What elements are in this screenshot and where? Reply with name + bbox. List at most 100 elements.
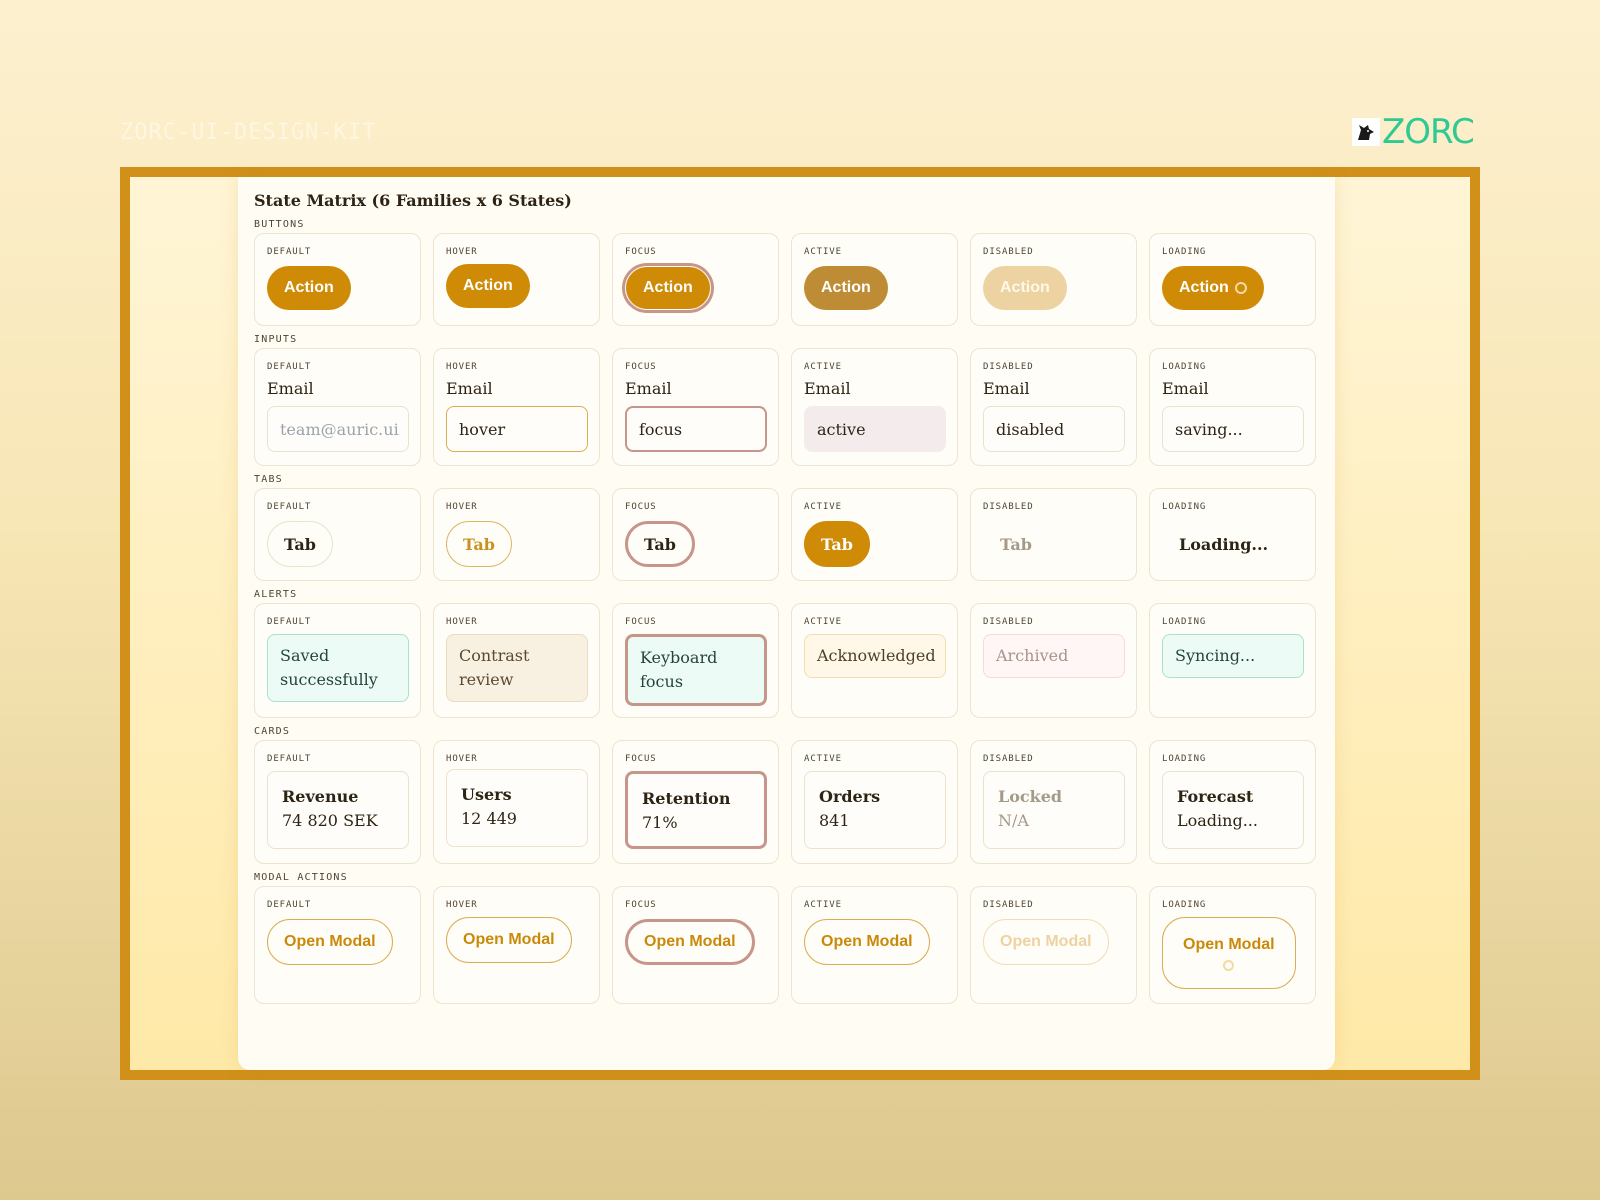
tab-default[interactable]: Tab	[267, 521, 333, 567]
button-label: Open Modal	[284, 933, 376, 950]
cell-button-active: ACTIVE Action	[791, 233, 958, 326]
cell-input-focus: FOCUS Email focus	[612, 348, 779, 466]
button-label: Action	[643, 279, 693, 296]
open-modal-button-focus[interactable]: Open Modal	[625, 919, 755, 965]
state-label: LOADING	[1162, 502, 1207, 512]
state-label: DISABLED	[983, 900, 1034, 910]
email-input-default[interactable]: team@auric.ui	[267, 406, 409, 452]
open-modal-button-hover[interactable]: Open Modal	[446, 917, 572, 963]
email-input-focus[interactable]: focus	[625, 406, 767, 452]
card-title: Locked	[998, 787, 1063, 806]
cell-alert-loading: LOADING Syncing...	[1149, 603, 1316, 718]
alert-line: Archived	[996, 646, 1069, 665]
state-label: HOVER	[446, 247, 478, 257]
action-button-disabled: Action	[983, 266, 1067, 310]
email-input-active[interactable]: active	[804, 406, 946, 452]
state-label: DEFAULT	[267, 754, 312, 764]
cell-tab-focus: FOCUS Tab	[612, 488, 779, 581]
cell-button-focus: FOCUS Action	[612, 233, 779, 326]
email-input-loading[interactable]: saving...	[1162, 406, 1304, 452]
card-value: 12 449	[461, 809, 517, 828]
alert-active: Acknowledged	[804, 634, 946, 678]
action-button-active[interactable]: Action	[804, 266, 888, 310]
alert-line: focus	[640, 672, 684, 691]
card-disabled: Locked N/A	[983, 771, 1125, 849]
cell-card-default: DEFAULT Revenue 74 820 SEK	[254, 740, 421, 864]
action-button-default[interactable]: Action	[267, 266, 351, 310]
state-label: FOCUS	[625, 362, 657, 372]
alert-disabled: Archived	[983, 634, 1125, 678]
state-label: LOADING	[1162, 900, 1207, 910]
cell-tab-default: DEFAULT Tab	[254, 488, 421, 581]
state-label: LOADING	[1162, 754, 1207, 764]
tab-active[interactable]: Tab	[804, 521, 870, 567]
state-label: DEFAULT	[267, 362, 312, 372]
cell-button-hover: HOVER Action	[433, 233, 600, 326]
alert-focus: Keyboard focus	[625, 634, 767, 706]
tab-loading[interactable]: Loading...	[1162, 521, 1285, 567]
state-label: LOADING	[1162, 362, 1207, 372]
cell-card-disabled: DISABLED Locked N/A	[970, 740, 1137, 864]
open-modal-button-loading[interactable]: Open Modal	[1162, 917, 1296, 989]
card-default[interactable]: Revenue 74 820 SEK	[267, 771, 409, 849]
button-label: Open Modal	[463, 931, 555, 948]
open-modal-button-default[interactable]: Open Modal	[267, 919, 393, 965]
state-label: HOVER	[446, 617, 478, 627]
state-label: HOVER	[446, 900, 478, 910]
action-button-loading[interactable]: Action	[1162, 266, 1264, 310]
action-button-focus[interactable]: Action	[625, 266, 711, 310]
button-label: Open Modal	[644, 933, 736, 950]
cell-tab-disabled: DISABLED Tab	[970, 488, 1137, 581]
cell-alert-focus: FOCUS Keyboard focus	[612, 603, 779, 718]
state-label: DISABLED	[983, 247, 1034, 257]
email-input-hover[interactable]: hover	[446, 406, 588, 452]
state-label: ACTIVE	[804, 900, 842, 910]
tab-disabled: Tab	[1000, 534, 1032, 554]
section-label-cards: CARDS	[254, 726, 291, 737]
tab-hover[interactable]: Tab	[446, 521, 512, 567]
brand-logo: ZORC	[1352, 115, 1475, 149]
cell-modal-focus: FOCUS Open Modal	[612, 886, 779, 1004]
card-hover[interactable]: Users 12 449	[446, 769, 588, 847]
card-value: 841	[819, 811, 850, 830]
kit-title: ZORC-UI-DESIGN-KIT	[120, 120, 377, 145]
card-active[interactable]: Orders 841	[804, 771, 946, 849]
cell-input-disabled: DISABLED Email disabled	[970, 348, 1137, 466]
card-focus[interactable]: Retention 71%	[625, 771, 767, 849]
state-label: LOADING	[1162, 617, 1207, 627]
cell-card-focus: FOCUS Retention 71%	[612, 740, 779, 864]
email-field-label: Email	[446, 379, 493, 398]
card-value: 74 820 SEK	[282, 811, 378, 830]
card-loading[interactable]: Forecast Loading...	[1162, 771, 1304, 849]
state-label: DEFAULT	[267, 617, 312, 627]
email-field-label: Email	[1162, 379, 1209, 398]
card-title: Revenue	[282, 787, 359, 806]
section-label-buttons: BUTTONS	[254, 219, 305, 230]
cell-button-disabled: DISABLED Action	[970, 233, 1137, 326]
alert-default: Saved successfully	[267, 634, 409, 702]
state-label: DISABLED	[983, 502, 1034, 512]
button-label: Action	[463, 277, 513, 294]
cell-button-loading: LOADING Action	[1149, 233, 1316, 326]
cell-input-active: ACTIVE Email active	[791, 348, 958, 466]
cell-input-hover: HOVER Email hover	[433, 348, 600, 466]
state-label: ACTIVE	[804, 754, 842, 764]
open-modal-button-active[interactable]: Open Modal	[804, 919, 930, 965]
email-field-label: Email	[625, 379, 672, 398]
alert-line: Acknowledged	[817, 646, 936, 665]
open-modal-button-disabled: Open Modal	[983, 919, 1109, 965]
cell-alert-active: ACTIVE Acknowledged	[791, 603, 958, 718]
state-label: DEFAULT	[267, 900, 312, 910]
panel-title: State Matrix (6 Families x 6 States)	[254, 191, 572, 210]
cell-alert-disabled: DISABLED Archived	[970, 603, 1137, 718]
section-label-tabs: TABS	[254, 474, 283, 485]
email-field-label: Email	[983, 379, 1030, 398]
action-button-hover[interactable]: Action	[446, 264, 530, 308]
tab-focus[interactable]: Tab	[625, 521, 695, 567]
state-label: FOCUS	[625, 900, 657, 910]
tabs-row: DEFAULT Tab HOVER Tab FOCUS Tab ACTIVE T…	[254, 488, 1319, 581]
alert-line: successfully	[280, 670, 378, 689]
state-label: LOADING	[1162, 247, 1207, 257]
button-label: Action	[821, 279, 871, 296]
state-label: FOCUS	[625, 754, 657, 764]
